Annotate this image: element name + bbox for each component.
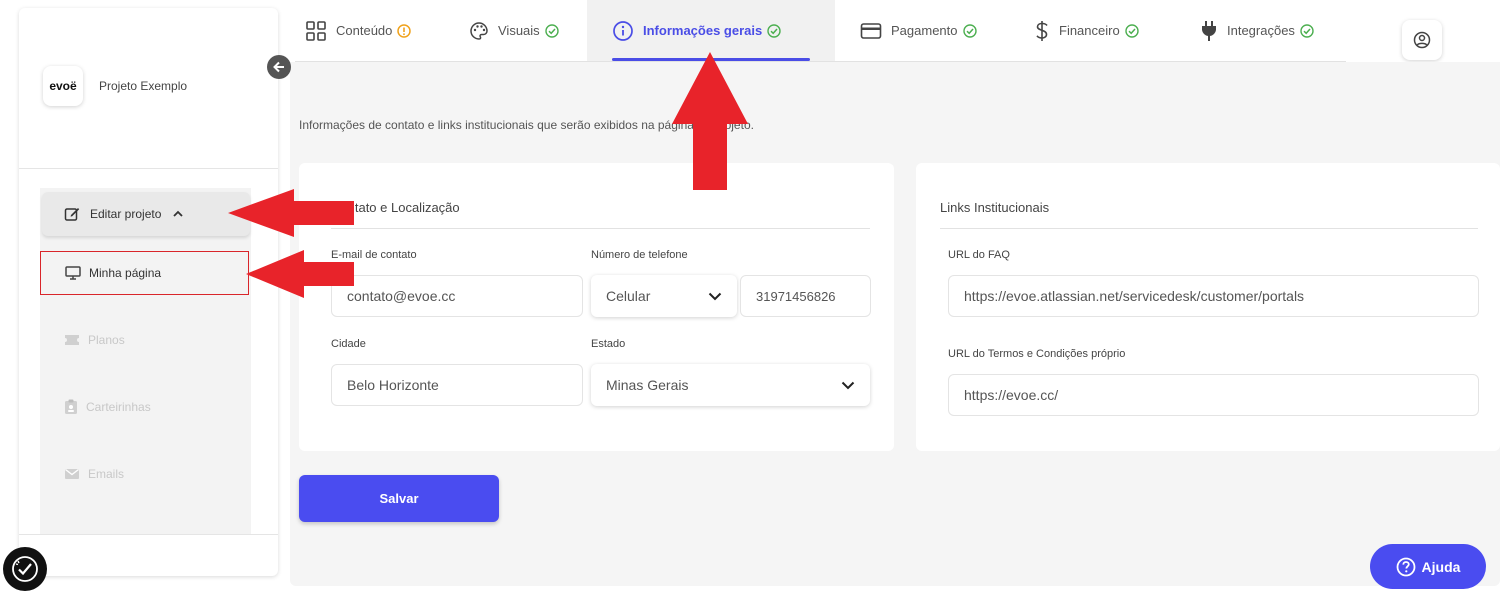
credit-card-icon — [860, 22, 882, 39]
phone-type-value: Celular — [606, 288, 651, 304]
question-circle-icon — [1396, 557, 1415, 576]
sidebar-item-label: Planos — [88, 333, 125, 347]
check-circle-icon — [767, 23, 781, 38]
sidebar-item-label: Emails — [88, 467, 125, 481]
dollar-icon — [1036, 20, 1048, 41]
state-select[interactable]: Minas Gerais — [591, 364, 870, 406]
sidebar-divider — [19, 534, 278, 535]
phone-type-select[interactable]: Celular — [591, 275, 737, 317]
grid-icon — [306, 20, 326, 41]
tab-label: Conteúdo — [336, 23, 393, 38]
email-field[interactable]: contato@evoe.cc — [331, 275, 583, 317]
phone-label: Número de telefone — [591, 249, 688, 261]
tab-integracoes[interactable]: Integrações — [1200, 0, 1314, 61]
city-label: Cidade — [331, 338, 366, 350]
tab-visuais[interactable]: Visuais — [469, 0, 559, 61]
edit-project-label: Editar projeto — [90, 207, 162, 221]
check-circle-icon — [962, 23, 977, 38]
edit-project-menu[interactable]: Editar projeto — [42, 192, 250, 236]
sidebar-item-emails[interactable]: Emails — [40, 452, 249, 496]
warning-icon — [397, 23, 412, 38]
check-circle-icon — [1300, 23, 1314, 38]
links-card-title: Links Institucionais — [940, 200, 1050, 215]
links-card: Links Institucionais URL do FAQ https://… — [916, 163, 1500, 451]
phone-number-field[interactable]: 31971456826 — [740, 275, 871, 317]
card-divider — [331, 228, 870, 229]
tab-conteudo[interactable]: Conteúdo — [305, 0, 412, 61]
chevron-up-icon — [173, 210, 184, 217]
palette-icon — [470, 21, 488, 40]
faq-url-field[interactable]: https://evoe.atlassian.net/servicedesk/c… — [948, 275, 1479, 317]
tab-label: Integrações — [1227, 23, 1295, 38]
state-value: Minas Gerais — [606, 377, 689, 393]
tab-financeiro[interactable]: Financeiro — [1034, 0, 1139, 61]
terms-url-label: URL do Termos e Condições próprio — [948, 348, 1126, 360]
ticket-icon — [65, 335, 79, 345]
city-field[interactable]: Belo Horizonte — [331, 364, 583, 406]
help-label: Ajuda — [1421, 558, 1461, 575]
sidebar-item-minha-pagina[interactable]: Minha página — [40, 251, 249, 295]
annotation-arrow-left — [228, 189, 354, 237]
sidebar-item-label: Minha página — [89, 266, 162, 280]
tab-label: Visuais — [498, 23, 540, 38]
sidebar-item-carteirinhas[interactable]: Carteirinhas — [40, 385, 249, 429]
tab-pagamento[interactable]: Pagamento — [860, 0, 977, 61]
collapse-sidebar-button[interactable] — [267, 55, 291, 79]
tab-label: Financeiro — [1059, 23, 1120, 38]
arrow-left-icon — [273, 61, 284, 73]
brand-logo: evoë — [43, 66, 83, 106]
tab-label: Pagamento — [891, 23, 958, 38]
sidebar-item-planos[interactable]: Planos — [40, 318, 249, 362]
sidebar: evoë Projeto Exemplo Editar projeto Minh… — [19, 8, 278, 576]
state-label: Estado — [591, 338, 626, 350]
contact-card: Contato e Localização E-mail de contato … — [299, 163, 894, 451]
user-circle-icon — [1413, 31, 1431, 49]
faq-url-label: URL do FAQ — [948, 249, 1010, 261]
annotation-arrow-up — [672, 52, 748, 190]
card-divider — [940, 228, 1478, 229]
check-sparkle-icon — [12, 556, 38, 582]
edit-icon — [64, 208, 80, 221]
accessibility-badge[interactable] — [3, 547, 47, 591]
monitor-icon — [65, 266, 81, 280]
annotation-arrow-left — [246, 250, 354, 298]
chevron-down-icon — [708, 292, 722, 300]
tab-label: Informações gerais — [643, 23, 763, 38]
tab-bar: Conteúdo Visuais Informações gerais Paga… — [295, 0, 1346, 62]
save-button[interactable]: Salvar — [299, 475, 499, 522]
terms-url-field[interactable]: https://evoe.cc/ — [948, 374, 1479, 416]
brand: evoë Projeto Exemplo — [43, 66, 187, 106]
profile-button[interactable] — [1402, 20, 1442, 60]
sidebar-divider — [19, 168, 278, 169]
chevron-down-icon — [841, 381, 855, 389]
info-icon — [613, 20, 633, 41]
plug-icon — [1202, 20, 1216, 41]
check-circle-icon — [1125, 23, 1139, 38]
project-name: Projeto Exemplo — [99, 79, 188, 93]
check-circle-icon — [544, 23, 559, 38]
id-badge-icon — [65, 399, 77, 414]
sidebar-item-label: Carteirinhas — [86, 400, 151, 414]
mail-icon — [65, 468, 79, 479]
help-button[interactable]: Ajuda — [1370, 544, 1486, 589]
